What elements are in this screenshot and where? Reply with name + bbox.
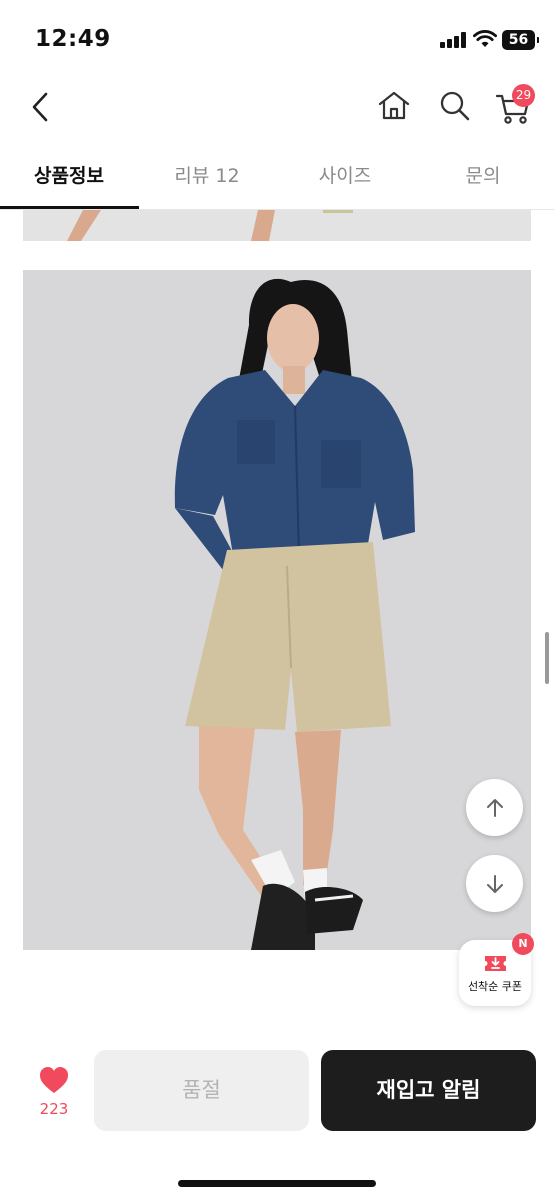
back-button[interactable] [26, 88, 58, 126]
home-button[interactable] [376, 88, 412, 124]
tab-reviews[interactable]: 리뷰 12 [138, 150, 276, 208]
chevron-left-icon [32, 92, 48, 122]
cart-count-badge: 29 [512, 84, 535, 107]
battery-icon: 56 [502, 30, 539, 50]
heart-icon [40, 1067, 68, 1093]
wishlist-button[interactable]: 223 [28, 1064, 80, 1124]
product-tabs: 상품정보 리뷰 12 사이즈 문의 [0, 150, 554, 210]
arrow-up-icon [486, 798, 503, 817]
product-photo [23, 270, 531, 950]
search-button[interactable] [437, 88, 473, 124]
coupon-new-badge: N [512, 933, 534, 955]
home-indicator [178, 1180, 376, 1187]
signal-icon [440, 32, 466, 48]
soldout-button: 품절 [94, 1050, 309, 1131]
product-photo-previous [23, 210, 531, 241]
arrow-down-icon [486, 874, 503, 893]
legs-illustration [67, 210, 353, 241]
status-time: 12:49 [35, 26, 111, 52]
tab-product-info[interactable]: 상품정보 [0, 150, 138, 208]
search-icon [440, 91, 470, 121]
scroll-up-button[interactable] [466, 779, 523, 836]
status-bar: 12:49 56 [0, 0, 554, 80]
wifi-icon [473, 30, 497, 47]
active-tab-indicator [0, 206, 139, 209]
tab-size[interactable]: 사이즈 [276, 150, 414, 208]
tab-inquiry[interactable]: 문의 [414, 150, 552, 208]
scroll-down-button[interactable] [466, 855, 523, 912]
model-photo-illustration [23, 270, 531, 950]
coupon-download-icon [485, 956, 506, 971]
home-icon [378, 91, 410, 120]
restock-alert-button[interactable]: 재입고 알림 [321, 1050, 536, 1131]
page-scrollbar[interactable] [545, 632, 549, 684]
wishlist-count: 223 [39, 1100, 69, 1118]
coupon-label: 선착순 쿠폰 [467, 980, 523, 993]
